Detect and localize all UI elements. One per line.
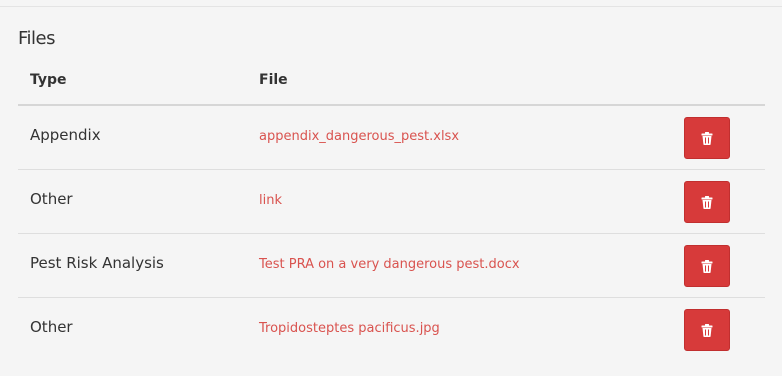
file-type: Appendix — [30, 126, 101, 144]
trash-icon — [701, 131, 713, 145]
file-type: Pest Risk Analysis — [30, 254, 164, 272]
trash-icon — [701, 323, 713, 337]
table-header: Type File — [18, 66, 765, 106]
file-type: Other — [30, 190, 73, 208]
table-row: Pest Risk Analysis Test PRA on a very da… — [18, 234, 765, 298]
file-type: Other — [30, 318, 73, 336]
delete-button[interactable] — [684, 117, 730, 159]
table-row: Other link — [18, 170, 765, 234]
delete-button[interactable] — [684, 309, 730, 351]
column-header-type: Type — [30, 72, 67, 88]
trash-icon — [701, 195, 713, 209]
column-header-file: File — [259, 72, 288, 88]
file-link[interactable]: Tropidosteptes pacificus.jpg — [259, 321, 440, 336]
delete-button[interactable] — [684, 245, 730, 287]
trash-icon — [701, 259, 713, 273]
files-panel: Files Type File Appendix appendix_danger… — [0, 0, 782, 376]
delete-button[interactable] — [684, 181, 730, 223]
file-link[interactable]: appendix_dangerous_pest.xlsx — [259, 129, 459, 144]
table-row: Other Tropidosteptes pacificus.jpg — [18, 298, 765, 362]
files-table: Type File Appendix appendix_dangerous_pe… — [18, 66, 765, 362]
table-row: Appendix appendix_dangerous_pest.xlsx — [18, 106, 765, 170]
file-link[interactable]: link — [259, 193, 282, 208]
panel-divider — [0, 6, 782, 7]
panel-title: Files — [18, 28, 56, 49]
file-link[interactable]: Test PRA on a very dangerous pest.docx — [259, 257, 520, 272]
